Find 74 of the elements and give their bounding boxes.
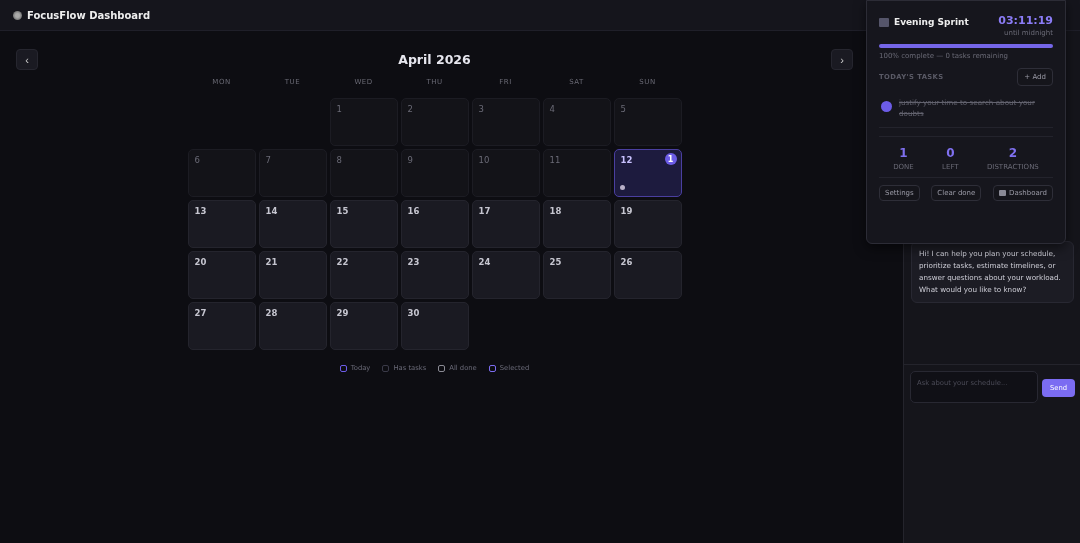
day-number: 20 bbox=[194, 257, 207, 267]
day-cell[interactable]: 14 bbox=[258, 200, 327, 248]
app-title: FocusFlow Dashboard bbox=[27, 9, 151, 21]
task-checkbox[interactable] bbox=[881, 101, 892, 112]
day-cell[interactable]: 10 bbox=[471, 149, 540, 197]
day-cell[interactable]: 22 bbox=[329, 251, 398, 299]
day-cell[interactable]: 8 bbox=[329, 149, 398, 197]
day-cell[interactable]: 19 bbox=[613, 200, 682, 248]
day-number: 16 bbox=[407, 206, 420, 216]
day-cell[interactable]: 13 bbox=[187, 200, 256, 248]
calendar-icon bbox=[879, 17, 889, 27]
day-cell[interactable]: 1 bbox=[329, 98, 398, 146]
day-cell[interactable]: 24 bbox=[471, 251, 540, 299]
day-cell[interactable]: 18 bbox=[542, 200, 611, 248]
day-number: 11 bbox=[549, 155, 561, 165]
countdown-timer: 03:11:19 bbox=[998, 14, 1053, 27]
next-month-button[interactable]: › bbox=[831, 49, 853, 70]
task-dot bbox=[619, 185, 625, 190]
popup-title: Evening Sprint bbox=[894, 17, 969, 27]
day-number: 24 bbox=[478, 257, 491, 267]
day-number: 19 bbox=[620, 206, 633, 216]
day-number: 8 bbox=[336, 155, 342, 165]
day-number: 13 bbox=[194, 206, 207, 216]
day-cell[interactable]: 5 bbox=[613, 98, 682, 146]
day-number: 7 bbox=[265, 155, 271, 165]
task-count-badge: 1 bbox=[664, 153, 677, 165]
day-number: 18 bbox=[549, 206, 562, 216]
stat-value: 1 bbox=[898, 146, 909, 161]
day-number: 26 bbox=[620, 257, 633, 267]
day-cell[interactable]: 17 bbox=[471, 200, 540, 248]
day-number: 15 bbox=[336, 206, 349, 216]
day-number: 23 bbox=[407, 257, 420, 267]
day-number: 6 bbox=[194, 155, 200, 165]
stat-value: 2 bbox=[1007, 146, 1019, 161]
day-cell[interactable]: 23 bbox=[400, 251, 469, 299]
day-cell[interactable]: 29 bbox=[329, 302, 398, 350]
previous-month-button[interactable]: ‹ bbox=[16, 49, 38, 70]
day-number: 2 bbox=[407, 104, 413, 114]
day-number: 5 bbox=[620, 104, 626, 114]
day-number: 1 bbox=[336, 104, 342, 114]
day-cell[interactable]: 2 bbox=[400, 98, 469, 146]
day-cell[interactable]: 11 bbox=[542, 149, 611, 197]
day-cell[interactable]: 4 bbox=[542, 98, 611, 146]
day-number: 14 bbox=[265, 206, 278, 216]
day-number: 27 bbox=[194, 308, 207, 318]
day-cell[interactable]: 21 bbox=[258, 251, 327, 299]
day-cell[interactable]: 28 bbox=[258, 302, 327, 350]
day-cell[interactable]: 25 bbox=[542, 251, 611, 299]
day-cell[interactable]: 16 bbox=[400, 200, 469, 248]
logo-icon bbox=[13, 10, 22, 20]
day-number: 25 bbox=[549, 257, 562, 267]
day-number: 30 bbox=[407, 308, 420, 318]
stat-value: 0 bbox=[945, 146, 956, 161]
day-number: 21 bbox=[265, 257, 278, 267]
day-cell[interactable]: 6 bbox=[187, 149, 256, 197]
day-cell[interactable]: 15 bbox=[329, 200, 398, 248]
day-cell[interactable]: 9 bbox=[400, 149, 469, 197]
day-number: 9 bbox=[407, 155, 413, 165]
day-cell[interactable]: 20 bbox=[187, 251, 256, 299]
day-number: 29 bbox=[336, 308, 349, 318]
day-number: 10 bbox=[478, 155, 490, 165]
day-number: 4 bbox=[549, 104, 555, 114]
day-number: 28 bbox=[265, 308, 278, 318]
day-number: 3 bbox=[478, 104, 484, 114]
day-cell[interactable]: 7 bbox=[258, 149, 327, 197]
month-title: April 2026 bbox=[398, 52, 471, 67]
day-cell[interactable]: 3 bbox=[471, 98, 540, 146]
day-cell[interactable]: 12 1 bbox=[613, 149, 682, 197]
day-number: 12 bbox=[620, 155, 633, 165]
day-number: 22 bbox=[336, 257, 349, 267]
day-cell[interactable]: 26 bbox=[613, 251, 682, 299]
day-cell[interactable]: 27 bbox=[187, 302, 256, 350]
day-number: 17 bbox=[478, 206, 491, 216]
day-cell[interactable]: 30 bbox=[400, 302, 469, 350]
